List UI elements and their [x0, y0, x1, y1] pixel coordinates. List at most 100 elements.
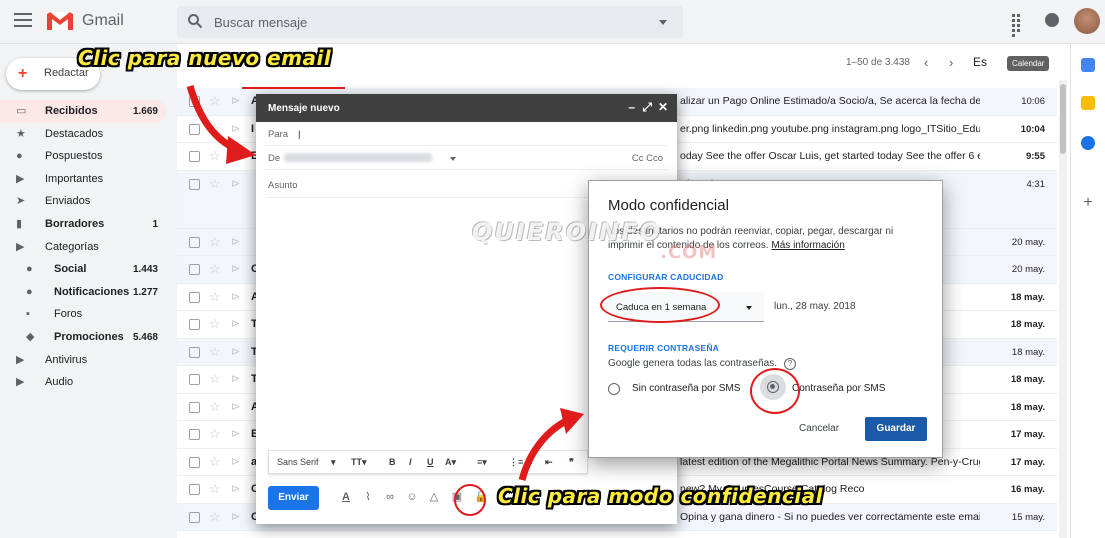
drive-icon[interactable]: △ [428, 491, 440, 503]
row-checkbox[interactable] [189, 346, 200, 358]
important-marker-icon[interactable]: ⊳ [231, 290, 240, 303]
font-selector[interactable]: Sans Serif [277, 457, 319, 467]
star-icon[interactable]: ☆ [209, 454, 221, 470]
row-checkbox[interactable] [189, 236, 200, 248]
important-marker-icon[interactable]: ⊳ [231, 235, 240, 248]
sidebar-item-7[interactable]: ● Social 1.443 [0, 258, 166, 281]
add-addon-icon[interactable]: + [1081, 195, 1095, 211]
star-icon[interactable]: ☆ [209, 481, 221, 497]
row-checkbox[interactable] [189, 484, 200, 495]
radio-no-sms[interactable] [608, 383, 620, 395]
star-icon[interactable]: ☆ [209, 289, 221, 305]
row-checkbox[interactable] [189, 264, 200, 275]
gmail-logo-icon[interactable] [46, 10, 74, 32]
sidebar-item-2[interactable]: ● Pospuestos [0, 145, 166, 168]
important-marker-icon[interactable]: ⊳ [231, 427, 240, 440]
sidebar-item-8[interactable]: ● Notificaciones 1.277 [0, 281, 166, 304]
sidebar-item-6[interactable]: ▶ Categorías [0, 236, 166, 259]
emoji-icon[interactable]: ☺ [406, 491, 418, 503]
chevron-down-icon[interactable] [450, 157, 456, 161]
to-field[interactable]: Para | [266, 122, 667, 146]
star-icon[interactable]: ☆ [209, 509, 221, 525]
important-marker-icon[interactable]: ⊳ [231, 372, 240, 385]
important-marker-icon[interactable]: ⊳ [231, 345, 240, 358]
cancel-button[interactable]: Cancelar [799, 423, 839, 434]
formatting-options-icon[interactable]: A [340, 491, 352, 503]
important-marker-icon[interactable]: ⊳ [231, 177, 240, 190]
important-marker-icon[interactable]: ⊳ [231, 149, 240, 162]
quote-icon[interactable]: ❞ [569, 457, 574, 468]
send-button[interactable]: Enviar [268, 486, 319, 510]
menu-icon[interactable] [14, 13, 32, 29]
star-icon[interactable]: ☆ [209, 176, 221, 192]
row-checkbox[interactable] [189, 178, 200, 190]
link-icon[interactable]: ∞ [384, 491, 396, 503]
option-sms-label[interactable]: Contraseña por SMS [792, 383, 885, 394]
keep-icon[interactable] [1081, 96, 1095, 110]
important-marker-icon[interactable]: ⊳ [231, 482, 240, 495]
bold-icon[interactable]: B [389, 457, 396, 467]
row-checkbox[interactable] [189, 429, 200, 440]
sidebar-item-11[interactable]: ▶ Antivirus [0, 349, 166, 372]
important-marker-icon[interactable]: ⊳ [231, 94, 240, 107]
scroll-thumb[interactable] [1060, 84, 1066, 154]
help-icon[interactable]: ? [784, 358, 796, 370]
text-color-icon[interactable]: A▾ [445, 457, 456, 468]
sidebar-item-3[interactable]: ▶ Importantes [0, 168, 166, 191]
star-icon[interactable]: ☆ [209, 261, 221, 277]
important-marker-icon[interactable]: ⊳ [231, 317, 240, 330]
indent-less-icon[interactable]: ⇤ [545, 457, 553, 468]
row-checkbox[interactable] [189, 511, 200, 523]
row-checkbox[interactable] [189, 291, 200, 303]
important-marker-icon[interactable]: ⊳ [231, 122, 240, 135]
chevron-left-icon[interactable]: ‹ [924, 55, 928, 70]
sidebar-item-4[interactable]: ➤ Enviados [0, 190, 166, 213]
chevron-right-icon[interactable]: › [949, 55, 953, 70]
from-field[interactable]: De Cc Cco [266, 146, 667, 170]
compose-header[interactable]: Mensaje nuevo – ⤢ ✕ [256, 94, 677, 122]
sidebar-item-0[interactable]: ▭ Recibidos 1.669 [0, 100, 166, 123]
cc-bcc-link[interactable]: Cc Cco [632, 153, 663, 164]
minimize-icon[interactable]: – [628, 100, 635, 114]
star-icon[interactable]: ☆ [209, 121, 221, 137]
star-icon[interactable]: ☆ [209, 148, 221, 164]
row-checkbox[interactable] [189, 319, 200, 330]
sidebar-item-10[interactable]: ◆ Promociones 5.468 [0, 326, 166, 349]
star-icon[interactable]: ☆ [209, 93, 221, 109]
text-size-icon[interactable]: TT▾ [351, 457, 367, 468]
apps-grid-icon[interactable] [1012, 14, 1026, 37]
star-icon[interactable]: ☆ [209, 344, 221, 360]
option-no-sms-label[interactable]: Sin contraseña por SMS [632, 383, 740, 394]
important-marker-icon[interactable]: ⊳ [231, 262, 240, 275]
search-icon[interactable] [187, 13, 203, 29]
search-options-icon[interactable] [659, 20, 667, 25]
star-icon[interactable]: ☆ [209, 371, 221, 387]
notifications-icon[interactable] [1045, 13, 1059, 27]
attach-icon[interactable]: ⌇ [362, 491, 374, 503]
language-selector[interactable]: Es [973, 55, 987, 69]
important-marker-icon[interactable]: ⊳ [231, 455, 240, 468]
search-input[interactable]: Buscar mensaje [214, 15, 307, 30]
avatar[interactable] [1074, 8, 1100, 34]
search-box[interactable]: Buscar mensaje [177, 6, 683, 38]
sidebar-item-1[interactable]: ★ Destacados [0, 123, 166, 146]
numbered-list-icon[interactable]: ⋮≡ [509, 457, 523, 468]
row-checkbox[interactable] [189, 123, 200, 135]
important-marker-icon[interactable]: ⊳ [231, 510, 240, 523]
sidebar-item-5[interactable]: ▮ Borradores 1 [0, 213, 166, 236]
star-icon[interactable]: ☆ [209, 426, 221, 442]
sidebar-item-9[interactable]: ▪ Foros [0, 303, 166, 326]
star-icon[interactable]: ☆ [209, 234, 221, 250]
row-checkbox[interactable] [189, 456, 200, 468]
star-icon[interactable]: ☆ [209, 316, 221, 332]
bulleted-list-icon[interactable]: ≡ [527, 457, 532, 467]
close-icon[interactable]: ✕ [658, 100, 668, 114]
expand-icon[interactable]: ⤢ [642, 100, 652, 115]
underline-icon[interactable]: U [427, 457, 434, 467]
save-button[interactable]: Guardar [865, 417, 927, 441]
mail-scrollbar[interactable] [1059, 80, 1067, 538]
row-checkbox[interactable] [189, 374, 200, 385]
italic-icon[interactable]: I [409, 457, 412, 467]
row-checkbox[interactable] [189, 96, 200, 107]
chevron-down-icon[interactable]: ▾ [331, 457, 336, 468]
